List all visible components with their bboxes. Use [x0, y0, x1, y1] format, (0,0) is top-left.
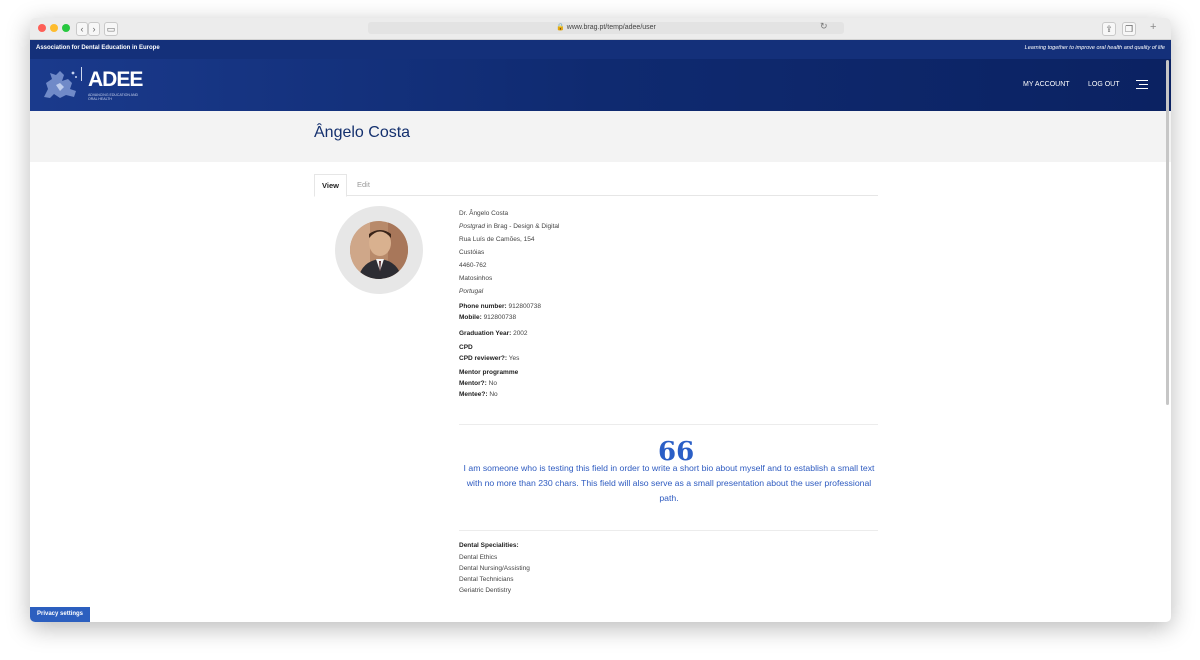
association-tagline: Learning together to improve oral health… [1024, 45, 1165, 51]
cpd-reviewer-label: CPD reviewer?: [459, 355, 508, 362]
speciality-item: Geriatric Dentistry [459, 587, 512, 594]
speciality-item: Dental Ethics [459, 554, 498, 561]
logo-subtitle: ADVANCING EDUCATION AND ORAL HEALTH [88, 93, 139, 101]
address-url: www.brag.pt/temp/adee/user [566, 24, 656, 31]
cpd-reviewer-field: CPD reviewer?: Yes [459, 353, 559, 364]
mentor-programme-heading: Mentor programme [459, 369, 519, 376]
profile-organization: Brag - Design & Digital [493, 223, 560, 230]
cpd-reviewer-value: Yes [508, 355, 520, 362]
mobile-field: Mobile: 912800738 [459, 312, 559, 323]
dental-specialities: Dental Specialities: Dental Ethics Denta… [459, 539, 530, 596]
site-header: ADEE ADVANCING EDUCATION AND ORAL HEALTH… [30, 59, 1171, 111]
mentee-label: Mentee?: [459, 391, 488, 398]
address-line: Custóias [459, 249, 485, 256]
profile-position: Postgrad [459, 223, 486, 230]
mobile-label: Mobile: [459, 314, 482, 321]
tab-view[interactable]: View [314, 174, 347, 197]
log-out-link[interactable]: LOG OUT [1088, 81, 1120, 88]
minimize-window-button[interactable] [50, 24, 58, 32]
graduation-field: Graduation Year: 2002 [459, 328, 559, 339]
tabs-icon[interactable]: ❐ [1122, 22, 1136, 36]
graduation-label: Graduation Year: [459, 330, 512, 337]
association-name: Association for Dental Education in Euro… [36, 45, 160, 51]
mentor-value: No [488, 380, 497, 387]
maximize-window-button[interactable] [62, 24, 70, 32]
sidebar-icon[interactable]: ▭ [104, 22, 118, 36]
mentee-value: No [489, 391, 498, 398]
privacy-settings-button[interactable]: Privacy settings [30, 607, 91, 622]
profile-position-line: Postgrad in Brag - Design & Digital [459, 220, 559, 233]
user-bio: I am someone who is testing this field i… [463, 463, 875, 503]
speciality-item: Dental Technicians [459, 576, 514, 583]
menu-icon[interactable] [1136, 80, 1148, 89]
phone-value: 912800738 [508, 303, 542, 310]
profile-name: Dr. Ângelo Costa [459, 210, 509, 217]
address-bar[interactable]: 🔒 www.brag.pt/temp/adee/user [368, 22, 844, 34]
browser-titlebar: ‹ › ▭ 🔒 www.brag.pt/temp/adee/user ↻ ⇪ ❐… [30, 18, 1171, 40]
mentor-field: Mentor?: No [459, 378, 559, 389]
close-window-button[interactable] [38, 24, 46, 32]
share-icon[interactable]: ⇪ [1102, 22, 1116, 36]
position-connector: in [485, 223, 494, 230]
europe-map-icon[interactable] [40, 67, 82, 101]
divider [459, 530, 878, 531]
page-title-bar: Ângelo Costa [30, 111, 1171, 162]
forward-icon[interactable]: › [88, 22, 100, 36]
page-title: Ângelo Costa [314, 124, 411, 141]
mobile-value: 912800738 [483, 314, 517, 321]
mentor-label: Mentor?: [459, 380, 487, 387]
association-topbar: Association for Dental Education in Euro… [30, 40, 1171, 59]
my-account-link[interactable]: MY ACCOUNT [1023, 81, 1070, 88]
avatar-frame [335, 206, 423, 294]
adee-logo[interactable]: ADEE [88, 68, 143, 92]
address-line: 4460-762 [459, 262, 487, 269]
graduation-value: 2002 [513, 330, 528, 337]
phone-label: Phone number: [459, 303, 507, 310]
specialities-heading: Dental Specialities: [459, 542, 519, 549]
mentee-field: Mentee?: No [459, 389, 559, 400]
lock-icon: 🔒 [556, 24, 565, 31]
back-icon[interactable]: ‹ [76, 22, 88, 36]
browser-window: ‹ › ▭ 🔒 www.brag.pt/temp/adee/user ↻ ⇪ ❐… [30, 18, 1171, 622]
profile-tabs: View Edit [314, 174, 878, 197]
avatar [350, 221, 408, 279]
phone-field: Phone number: 912800738 [459, 301, 559, 312]
profile-details: Dr. Ângelo Costa Postgrad in Brag - Desi… [459, 207, 559, 400]
page-scrollbar[interactable] [1166, 60, 1169, 405]
address-country: Portugal [459, 288, 484, 295]
address-line: Matosinhos [459, 275, 493, 282]
new-tab-icon[interactable]: + [1150, 21, 1156, 33]
speciality-item: Dental Nursing/Assisting [459, 565, 530, 572]
cpd-heading: CPD [459, 344, 473, 351]
address-line: Rua Luís de Camões, 154 [459, 236, 535, 243]
logo-divider [81, 67, 82, 81]
tab-edit[interactable]: Edit [350, 174, 377, 195]
reload-icon[interactable]: ↻ [820, 21, 828, 32]
divider [459, 424, 878, 425]
